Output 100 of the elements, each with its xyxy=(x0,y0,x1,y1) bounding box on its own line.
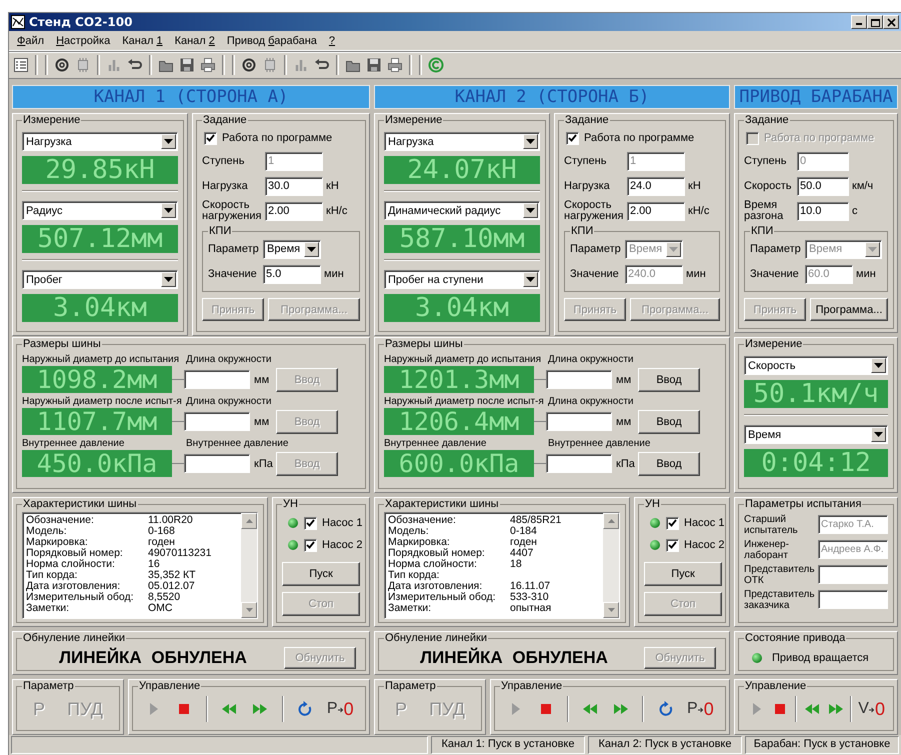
caret-icon xyxy=(669,246,678,252)
list-label: Обозначение: xyxy=(388,515,457,526)
unit-label: кН xyxy=(688,180,702,192)
command-button[interactable]: Ввод xyxy=(638,410,700,434)
close-icon xyxy=(885,16,897,28)
scrollbar[interactable] xyxy=(603,513,619,618)
command-button[interactable]: Ввод xyxy=(638,452,700,476)
menu-item[interactable]: Канал 2 xyxy=(168,34,221,46)
list-value: 05.012.07 xyxy=(148,581,196,592)
scroll-up-icon xyxy=(246,519,252,523)
command-button[interactable]: Пуск xyxy=(282,562,360,586)
input-field[interactable]: 2.00 xyxy=(627,202,685,220)
save-icon[interactable] xyxy=(179,57,195,73)
checkbox[interactable] xyxy=(566,132,579,144)
input-field[interactable] xyxy=(184,370,250,389)
menu-item[interactable]: Привод барабана xyxy=(220,34,323,46)
check-icon xyxy=(568,134,577,142)
checkbox[interactable] xyxy=(666,516,679,530)
input-field[interactable]: 30.0 xyxy=(265,176,323,196)
input-field[interactable] xyxy=(184,412,250,431)
list-value: 533-310 xyxy=(510,592,550,603)
print-icon[interactable] xyxy=(387,57,403,73)
checkbox[interactable] xyxy=(666,538,679,552)
refresh-icon[interactable] xyxy=(656,700,675,718)
unit-label: мм xyxy=(253,416,270,428)
caret-icon xyxy=(164,208,173,213)
input-field[interactable]: 10.0 xyxy=(797,202,849,220)
input-field[interactable]: 5.0 xyxy=(263,264,321,284)
reset-button[interactable]: Р 0 xyxy=(326,698,354,720)
dropdown[interactable]: Нагрузка xyxy=(22,132,178,151)
list-box[interactable]: Обозначение: 485/85R21 Модель: 0-184 Маркировка: годен Порядковый номер: 4407 Норма слойности: 18 Тип корда: Дата изготовления: 16.11.07 Измерительный обод: 533-310 Заметки: опытная xyxy=(384,512,620,619)
list-value: 16 xyxy=(148,559,161,570)
list-icon[interactable] xyxy=(13,57,29,73)
input-field[interactable]: 24.0 xyxy=(627,176,685,196)
value-display: 0:04:12 xyxy=(744,449,888,477)
maximize-icon xyxy=(869,16,881,28)
arrow-icon xyxy=(698,705,704,713)
unit-label: мм xyxy=(615,416,632,428)
group-label: КПИ xyxy=(208,225,232,238)
group-label: Управление xyxy=(744,680,808,693)
field-label: Наружный диаметр после испыт-я xyxy=(384,395,544,408)
command-button[interactable]: Ввод xyxy=(638,368,700,392)
close-button[interactable] xyxy=(883,15,899,29)
input-field[interactable] xyxy=(546,412,612,431)
field-label: Значение xyxy=(750,268,800,280)
dropdown[interactable]: Пробег на ступени xyxy=(384,270,540,289)
menu-item[interactable]: Настройка xyxy=(50,34,116,46)
checkbox-label: Работа по программе xyxy=(222,132,332,144)
dropdown[interactable]: Нагрузка xyxy=(384,132,540,151)
maximize-button[interactable] xyxy=(867,15,883,29)
group-label: КПИ xyxy=(570,225,594,238)
input-field[interactable]: 2.00 xyxy=(265,202,323,220)
caret-icon xyxy=(874,432,883,437)
dropdown[interactable]: Динамический радиус xyxy=(384,201,540,220)
scrollbar[interactable] xyxy=(241,513,257,618)
list-box[interactable]: Обозначение: 11.00R20 Модель: 0-168 Маркировка: годен Порядковый номер: 49070113231 Норма слойности: 16 Тип корда: 35,352 КТ Дата изготовления: 05.012.07 Измерительный обод: 8,5520 Заметки: ОМС xyxy=(22,512,258,619)
menu-item[interactable]: ? xyxy=(322,34,342,46)
target-icon[interactable] xyxy=(241,57,257,73)
field-label: Представитель ОТК xyxy=(744,564,816,586)
scroll-down-icon xyxy=(246,608,252,612)
value-display: 29.85кН xyxy=(22,156,178,184)
check-icon xyxy=(668,541,677,549)
menu-item[interactable]: Канал 1 xyxy=(116,34,169,46)
target-icon[interactable] xyxy=(54,57,70,73)
reset-button[interactable]: V 0 xyxy=(858,698,885,720)
print-icon[interactable] xyxy=(200,57,216,73)
group-label: Размеры шины xyxy=(384,338,464,351)
dropdown[interactable]: Скорость xyxy=(744,356,888,375)
input-field[interactable] xyxy=(546,454,612,473)
input-field[interactable]: 50.0 xyxy=(797,176,849,196)
section-header: КАНАЛ 1 (СТОРОНА А) xyxy=(12,85,370,109)
dropdown[interactable]: Радиус xyxy=(22,201,178,220)
command-button[interactable]: Программа... xyxy=(810,298,888,321)
field-label: Параметр xyxy=(208,244,260,254)
list-label: Модель: xyxy=(388,526,430,537)
checkbox[interactable] xyxy=(304,516,317,530)
save-icon[interactable] xyxy=(366,57,382,73)
reset-button[interactable]: Р 0 xyxy=(687,698,714,720)
command-button[interactable]: Пуск xyxy=(644,562,722,586)
checkbox[interactable] xyxy=(204,132,217,144)
list-value: ОМС xyxy=(148,603,174,614)
input-field[interactable] xyxy=(184,454,250,473)
unit-label: мин xyxy=(324,268,345,280)
minimize-button[interactable] xyxy=(851,15,867,29)
unit-label: кН xyxy=(326,180,340,192)
dropdown[interactable]: Время xyxy=(744,425,888,444)
group-label: Измерение xyxy=(384,114,444,127)
value-display: 1206.4мм xyxy=(384,408,534,435)
checkbox[interactable] xyxy=(304,538,317,552)
dropdown[interactable]: Пробег xyxy=(22,270,178,289)
input-field[interactable] xyxy=(818,565,888,584)
value-display: 50.1км/ч xyxy=(744,380,888,408)
dropdown[interactable]: Время xyxy=(263,240,321,258)
input-field[interactable] xyxy=(546,370,612,389)
menu-item[interactable]: Файл xyxy=(11,34,50,46)
list-label: Заметки: xyxy=(388,603,432,614)
status-text: Канал 1: Пуск в установке xyxy=(431,736,585,754)
group-label: УН xyxy=(644,498,661,511)
value-display: 1098.2мм xyxy=(22,366,172,393)
input-field[interactable] xyxy=(818,590,888,609)
